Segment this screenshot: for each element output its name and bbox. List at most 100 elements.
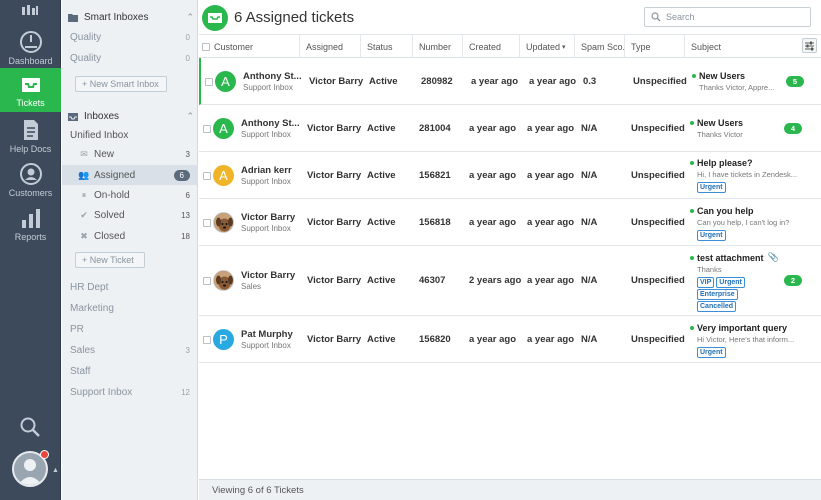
inbox-item[interactable]: Marketing [62,298,198,318]
customer-avatar [213,212,234,233]
column-type[interactable]: Type [625,35,685,58]
row-checkbox[interactable] [203,277,211,285]
tag-badge[interactable]: VIP [697,277,715,288]
table-row[interactable]: Victor Barry Support Inbox Victor Barry … [199,199,821,246]
inbox-item[interactable]: Sales 3 [62,340,198,360]
nav-label: Tickets [16,98,45,108]
tag-badge[interactable]: Urgent [697,347,726,358]
nav-reports[interactable]: Reports [0,200,61,244]
paperclip-icon: 📎 [767,252,779,262]
row-checkbox[interactable] [203,219,211,227]
column-status[interactable]: Status [361,35,413,58]
unified-inbox-item[interactable]: Unified Inbox [62,125,198,145]
unified-item-count: 13 [181,210,190,220]
inboxes-header[interactable]: Inboxes ⌃ [68,108,194,124]
nav-help-docs[interactable]: Help Docs [0,112,61,156]
smart-inbox-item[interactable]: Quality 0 [62,27,198,47]
unified-item-count: 6 [173,169,190,181]
unified-item-closed[interactable]: ✖ Closed 18 [62,226,198,246]
new-smart-inbox-button[interactable]: + New Smart Inbox [75,76,167,92]
customer-name[interactable]: Victor Barry [241,212,295,223]
tag-badge[interactable]: Urgent [697,182,726,193]
new-ticket-button[interactable]: + New Ticket [75,252,145,268]
column-settings-button[interactable] [802,38,817,53]
ticket-status: Active [367,170,396,181]
spam-score: N/A [581,334,598,345]
inbox-label: PR [70,323,84,335]
app-logo-icon[interactable] [22,5,38,18]
ticket-subject[interactable]: Help please? Hi, I have tickets in Zende… [690,158,805,193]
customer-name[interactable]: Anthony St... [241,118,300,129]
column-created[interactable]: Created [463,35,520,58]
assigned-agent: Victor Barry [307,275,362,286]
message-count-badge: 4 [784,123,802,134]
row-checkbox[interactable] [203,125,211,133]
ticket-subject[interactable]: Very important query Hi Victor, Here's t… [690,323,805,358]
row-checkbox[interactable] [203,172,211,180]
chevron-up-icon[interactable]: ▲ [52,467,59,474]
tag-badge[interactable]: Enterprise [697,289,738,300]
inbox-item[interactable]: PR [62,319,198,339]
app-nav-rail: Dashboard Tickets Help Docs Customers Re… [0,0,61,500]
column-label: Type [631,41,651,52]
customers-icon [19,163,42,185]
customer-name[interactable]: Pat Murphy [241,329,293,340]
tag-badge[interactable]: Urgent [716,277,745,288]
customer-name[interactable]: Adrian kerr [241,165,292,176]
tag-badge[interactable]: Cancelled [697,301,737,312]
table-row[interactable]: A Anthony St... Support Inbox Victor Bar… [199,105,821,152]
table-row[interactable]: A Adrian kerr Support Inbox Victor Barry… [199,152,821,199]
ticket-list-panel: 6 Assigned tickets Customer Assigned Sta… [199,0,821,500]
unified-item-assigned[interactable]: 👥 Assigned 6 [62,165,198,185]
unified-item-solved[interactable]: ✔ Solved 13 [62,205,198,225]
chevron-up-icon[interactable]: ⌃ [186,12,194,23]
column-subject[interactable]: Subject [685,35,801,58]
inbox-item[interactable]: Staff [62,361,198,381]
pause-icon: ⏸ [81,189,87,200]
inbox-item[interactable]: Support Inbox 12 [62,382,198,402]
row-checkbox[interactable] [203,336,211,344]
customer-name[interactable]: Anthony St... [243,71,302,82]
column-spam-score[interactable]: Spam Sco... [575,35,625,58]
updated-time: a year ago [527,275,574,286]
smart-inbox-label: Quality [70,52,102,64]
ticket-number: 46307 [419,275,446,286]
customer-avatar [213,270,234,291]
table-row[interactable]: Victor Barry Sales Victor Barry Active 4… [199,246,821,316]
nav-dashboard[interactable]: Dashboard [0,24,61,68]
search-input[interactable] [666,12,796,22]
nav-label: Dashboard [8,56,53,66]
unified-item-on-hold[interactable]: ⏸ On-hold 6 [62,185,198,205]
unified-item-label: Solved [94,209,125,221]
ticket-type: Unspecified [631,334,685,345]
inbox-label: Marketing [70,302,114,314]
nav-customers[interactable]: Customers [0,156,61,200]
column-assigned[interactable]: Assigned [300,35,361,58]
search-box[interactable] [644,7,811,27]
column-label: Spam Sco... [581,41,625,52]
select-all-checkbox[interactable] [202,42,210,51]
customer-name[interactable]: Victor Barry [241,270,295,281]
column-updated[interactable]: Updated ▾ [520,35,575,58]
inbox-item[interactable]: HR Dept [62,277,198,297]
nav-tickets[interactable]: Tickets [0,68,61,112]
inbox-label: Staff [70,365,91,377]
assigned-agent: Victor Barry [307,170,362,181]
smart-inboxes-header[interactable]: Smart Inboxes ⌃ [68,9,194,25]
column-customer[interactable]: Customer [199,35,300,58]
dog-photo-icon [214,213,233,232]
column-label: Customer [214,41,254,52]
assigned-agent: Victor Barry [309,76,364,87]
smart-inbox-item[interactable]: Quality 0 [62,48,198,68]
tag-badge[interactable]: Urgent [697,230,726,241]
column-number[interactable]: Number [413,35,463,58]
chevron-up-icon[interactable]: ⌃ [186,111,194,122]
unified-item-new[interactable]: ✉ New 3 [62,144,198,164]
row-checkbox[interactable] [205,78,213,86]
status-dot [690,161,694,165]
table-row[interactable]: P Pat Murphy Support Inbox Victor Barry … [199,316,821,363]
table-row[interactable]: A Anthony St... Support Inbox Victor Bar… [199,58,821,105]
ticket-subject[interactable]: Can you help Can you help, I can't log i… [690,206,805,241]
ticket-status: Active [367,217,396,228]
global-search-icon[interactable] [19,416,41,441]
